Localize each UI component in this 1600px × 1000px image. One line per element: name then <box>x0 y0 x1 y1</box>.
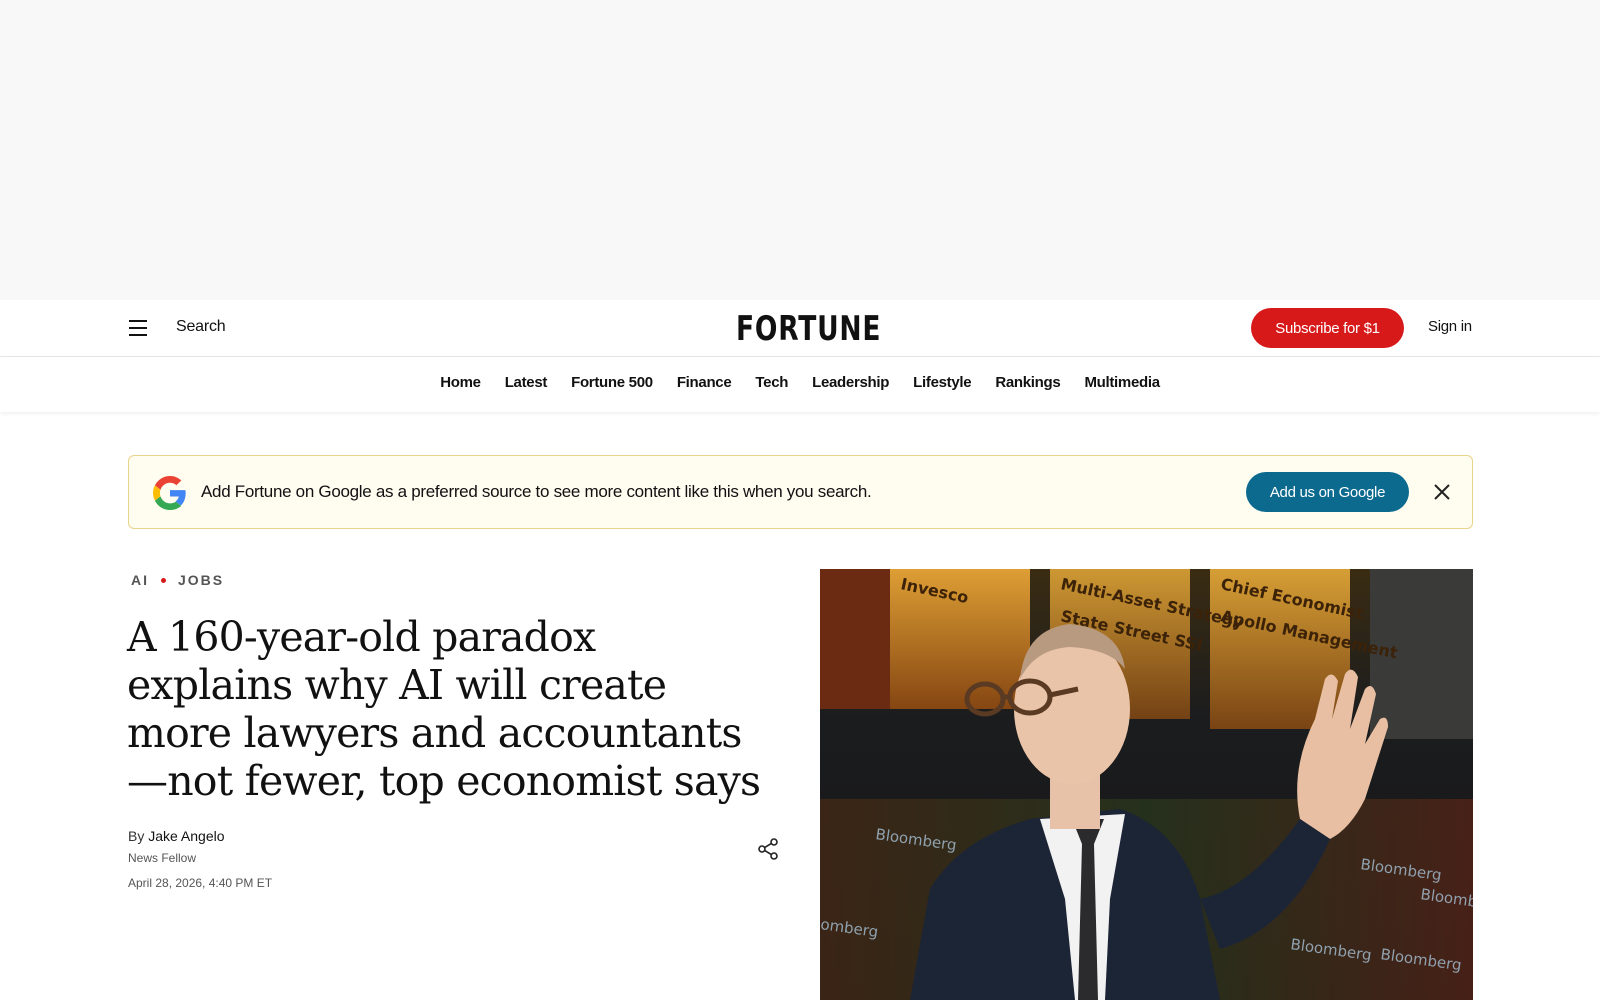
byline: By Jake Angelo <box>128 828 225 844</box>
nav-item-fortune-500[interactable]: Fortune 500 <box>571 374 653 391</box>
nav-list: Home Latest Fortune 500 Finance Tech Lea… <box>0 374 1600 391</box>
author-link[interactable]: Jake Angelo <box>148 828 224 844</box>
author-role: News Fellow <box>128 851 197 865</box>
nav-item-home[interactable]: Home <box>440 374 481 391</box>
subscribe-button[interactable]: Subscribe for $1 <box>1251 308 1404 348</box>
tag-jobs[interactable]: JOBS <box>178 572 224 588</box>
banner-text: Add Fortune on Google as a preferred sou… <box>201 482 872 501</box>
sign-in-link[interactable]: Sign in <box>1428 318 1472 335</box>
add-us-on-google-button[interactable]: Add us on Google <box>1246 472 1409 512</box>
nav-item-lifestyle[interactable]: Lifestyle <box>913 374 971 391</box>
tag-separator <box>161 577 166 583</box>
section-nav: Home Latest Fortune 500 Finance Tech Lea… <box>0 357 1600 412</box>
nav-item-latest[interactable]: Latest <box>505 374 548 391</box>
nav-item-rankings[interactable]: Rankings <box>995 374 1060 391</box>
google-g-icon <box>153 476 186 510</box>
hero-image: Invesco Multi-Asset Strategy State Stree… <box>820 569 1473 1000</box>
share-icon[interactable] <box>756 837 780 861</box>
top-bar: Search FORTUNE Subscribe for $1 Sign in <box>0 300 1600 357</box>
fortune-logo[interactable]: FORTUNE <box>736 309 881 349</box>
close-icon[interactable] <box>1431 481 1453 503</box>
ad-slot <box>0 0 1600 300</box>
publish-date: April 28, 2026, 4:40 PM ET <box>128 876 273 890</box>
search-link[interactable]: Search <box>176 318 226 336</box>
tag-ai[interactable]: AI <box>131 572 149 588</box>
nav-item-leadership[interactable]: Leadership <box>812 374 889 391</box>
article-tags: AI JOBS <box>131 572 224 588</box>
byline-prefix: By <box>128 828 145 844</box>
hero-photo-illustration: Invesco Multi-Asset Strategy State Stree… <box>820 569 1473 1000</box>
google-source-banner: Add Fortune on Google as a preferred sou… <box>128 455 1473 529</box>
article-headline: A 160-year-old paradox explains why AI w… <box>127 613 761 805</box>
nav-item-tech[interactable]: Tech <box>755 374 788 391</box>
nav-item-multimedia[interactable]: Multimedia <box>1084 374 1160 391</box>
hamburger-menu-icon[interactable] <box>129 317 151 339</box>
nav-item-finance[interactable]: Finance <box>677 374 732 391</box>
